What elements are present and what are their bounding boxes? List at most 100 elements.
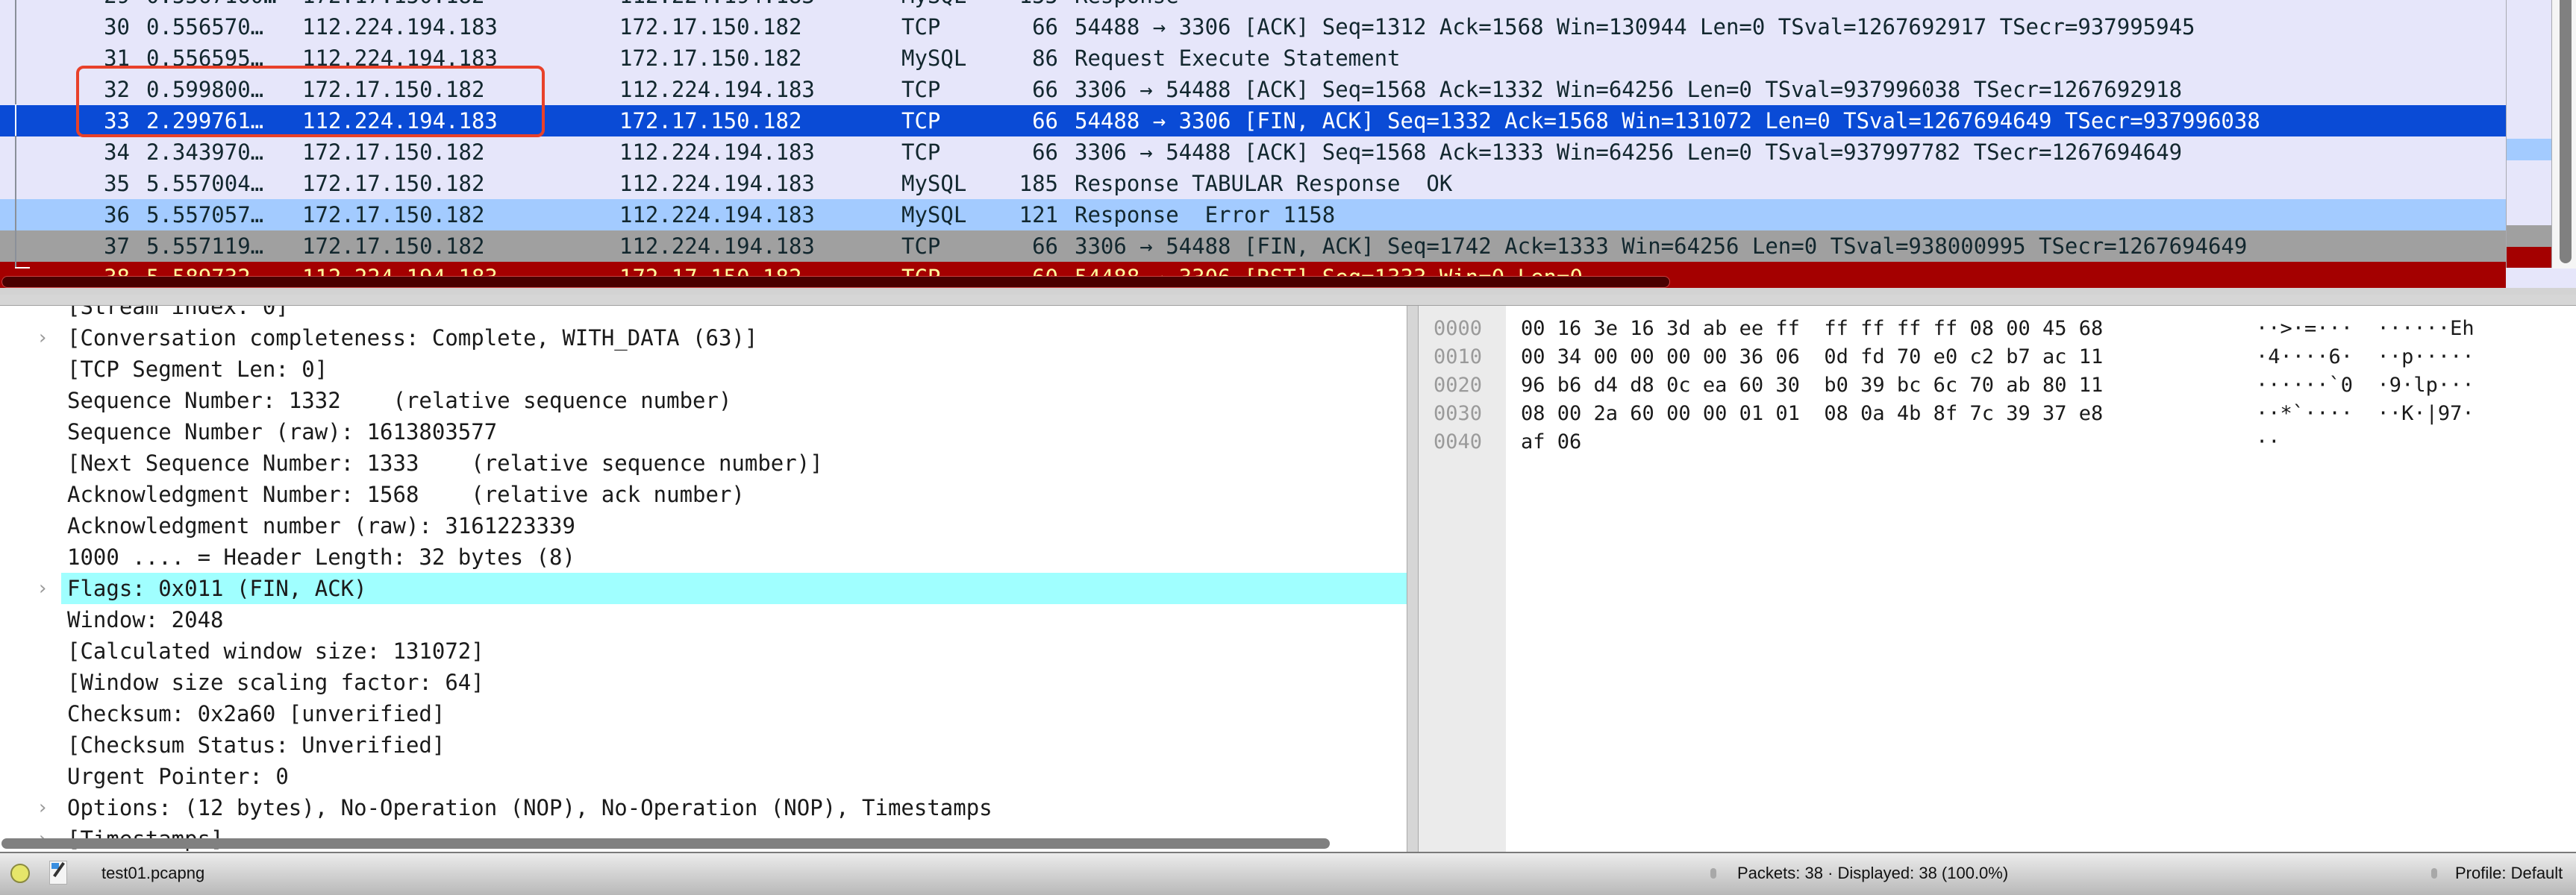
packet-time: 0.5567160… xyxy=(146,0,277,11)
detail-tree-item[interactable]: [Window size scaling factor: 64] xyxy=(0,667,1407,698)
packet-destination: 172.17.150.182 xyxy=(619,108,802,134)
hex-offset: 0020 xyxy=(1434,374,1483,397)
pane-splitter-vertical[interactable] xyxy=(1407,306,1418,852)
packet-protocol: TCP xyxy=(901,77,941,102)
detail-tree-item[interactable]: Window: 2048 xyxy=(0,604,1407,635)
detail-text: Sequence Number: 1332 (relative sequence… xyxy=(67,388,732,413)
packet-row[interactable]: 35 5.557004… 172.17.150.182 112.224.194.183… xyxy=(0,168,2506,199)
status-packet-count: Packets: 38 · Displayed: 38 (100.0%) xyxy=(1737,864,2009,882)
detail-tree-item[interactable]: › Flags: 0x011 (FIN, ACK) xyxy=(0,573,1407,604)
detail-tree-item[interactable]: Sequence Number: 1332 (relative sequence… xyxy=(0,385,1407,416)
packet-details-pane[interactable]: [Stream index: 0] › [Conversation complete… xyxy=(0,306,1407,852)
packet-list-horizontal-scrollbar[interactable] xyxy=(1,276,1670,288)
hex-bytes: 00 16 3e 16 3d ab ee ff ff ff ff ff 08 0… xyxy=(1521,317,2104,340)
packet-info: Response Error 1158 xyxy=(1075,202,1336,227)
packet-info: 3306 → 54488 [ACK] Seq=1568 Ack=1333 Win… xyxy=(1075,139,2183,165)
packet-source: 112.224.194.183 xyxy=(302,14,498,40)
detail-tree-item[interactable]: › [Conversation completeness: Complete, W… xyxy=(0,322,1407,354)
packet-row[interactable]: 34 2.343970… 172.17.150.182 112.224.194.183… xyxy=(0,136,2506,168)
status-filename: test01.pcapng xyxy=(101,864,205,882)
chevron-right-icon[interactable]: › xyxy=(39,792,46,823)
detail-tree-item[interactable]: › Options: (12 bytes), No-Operation (NOP)… xyxy=(0,792,1407,823)
hex-ascii: ··>·=··· ······Eh xyxy=(2256,317,2475,340)
detail-text: [TCP Segment Len: 0] xyxy=(67,357,328,382)
packet-row[interactable]: 37 5.557119… 172.17.150.182 112.224.194.183… xyxy=(0,230,2506,262)
capture-comment-edit-icon[interactable] xyxy=(49,861,67,885)
packet-length: 66 xyxy=(1032,77,1058,102)
detail-text: Checksum: 0x2a60 [unverified] xyxy=(67,701,446,726)
detail-text: Sequence Number (raw): 1613803577 xyxy=(67,419,498,445)
packet-destination: 112.224.194.183 xyxy=(619,139,815,165)
packet-info: 54488 → 3306 [ACK] Seq=1312 Ack=1568 Win… xyxy=(1075,14,2195,40)
hex-bytes: 96 b6 d4 d8 0c ea 60 30 b0 39 bc 6c 70 a… xyxy=(1521,374,2104,397)
minimap-mark xyxy=(2507,139,2551,160)
packet-rows: 29 0.5567160… 172.17.150.182 112.224.194.18… xyxy=(0,0,2506,293)
packet-row[interactable]: 36 5.557057… 172.17.150.182 112.224.194.183… xyxy=(0,199,2506,230)
pane-splitter-horizontal[interactable] xyxy=(0,295,2576,306)
packet-source: 172.17.150.182 xyxy=(302,0,484,11)
packet-time: 5.557119… xyxy=(146,233,264,259)
packet-protocol: MySQL xyxy=(901,45,967,71)
packet-bytes-pane[interactable]: 0000 00 16 3e 16 3d ab ee ff ff ff ff ff … xyxy=(1418,306,2576,852)
detail-text: [Stream index: 0] xyxy=(67,306,289,319)
detail-tree-item[interactable]: [Calculated window size: 131072] xyxy=(0,635,1407,667)
hex-offset: 0010 xyxy=(1434,345,1483,368)
packet-info: 3306 → 54488 [ACK] Seq=1568 Ack=1332 Win… xyxy=(1075,77,2183,102)
status-profile[interactable]: Profile: Default xyxy=(2455,853,2563,894)
detail-tree-item[interactable]: [TCP Segment Len: 0] xyxy=(0,354,1407,385)
packet-protocol: MySQL xyxy=(901,171,967,196)
packet-time: 5.557057… xyxy=(146,202,264,227)
packet-list[interactable]: 29 0.5567160… 172.17.150.182 112.224.194.18… xyxy=(0,0,2576,295)
detail-tree-item[interactable]: Checksum: 0x2a60 [unverified] xyxy=(0,698,1407,729)
detail-tree-item[interactable]: Acknowledgment number (raw): 3161223339 xyxy=(0,510,1407,541)
packet-protocol: TCP xyxy=(901,108,941,134)
packet-row[interactable]: 30 0.556570… 112.224.194.183 172.17.150.182… xyxy=(0,11,2506,43)
packet-source: 172.17.150.182 xyxy=(302,139,485,165)
hex-offset: 0000 xyxy=(1434,317,1483,340)
expert-info-led-icon[interactable] xyxy=(10,864,30,883)
packet-length: 155 xyxy=(1019,0,1058,11)
chevron-right-icon[interactable]: › xyxy=(39,573,46,604)
packet-time: 5.557004… xyxy=(146,171,264,196)
packet-info: Response xyxy=(1075,0,1179,11)
packet-list-vertical-scroll-thumb[interactable] xyxy=(2560,0,2572,263)
packet-source: 172.17.150.182 xyxy=(302,171,485,196)
detail-tree-item[interactable]: Acknowledgment Number: 1568 (relative ac… xyxy=(0,479,1407,510)
conversation-bracket-end xyxy=(15,267,30,268)
hex-ascii: ·· xyxy=(2256,430,2280,453)
detail-text: [Conversation completeness: Complete, WI… xyxy=(67,325,758,351)
detail-tree-item[interactable]: [Checksum Status: Unverified] xyxy=(0,729,1407,761)
status-separator-dot xyxy=(1710,868,1716,879)
hex-offset: 0040 xyxy=(1434,430,1483,453)
hex-ascii: ······`0 ·9·lp··· xyxy=(2256,374,2475,397)
packet-info: Response TABULAR Response OK xyxy=(1075,171,1453,196)
packet-destination: 172.17.150.182 xyxy=(619,45,802,71)
packet-length: 86 xyxy=(1032,45,1058,71)
detail-text: [Next Sequence Number: 1333 (relative se… xyxy=(67,450,823,476)
packet-length: 66 xyxy=(1032,14,1058,40)
detail-tree-item[interactable]: 1000 .... = Header Length: 32 bytes (8) xyxy=(0,541,1407,573)
detail-text: 1000 .... = Header Length: 32 bytes (8) xyxy=(67,544,575,570)
detail-tree-item[interactable]: Sequence Number (raw): 1613803577 xyxy=(0,416,1407,448)
detail-text: Options: (12 bytes), No-Operation (NOP),… xyxy=(67,795,992,820)
packet-protocol: TCP xyxy=(901,139,941,165)
detail-tree-item[interactable]: [Next Sequence Number: 1333 (relative se… xyxy=(0,448,1407,479)
hex-ascii: ·4····6· ··p····· xyxy=(2256,345,2475,368)
detail-tree-item[interactable]: [Stream index: 0] xyxy=(0,306,1407,322)
packet-source: 172.17.150.182 xyxy=(302,233,485,259)
detail-text: Window: 2048 xyxy=(67,607,224,632)
detail-text: Flags: 0x011 (FIN, ACK) xyxy=(67,576,367,601)
detail-tree-item[interactable]: Urgent Pointer: 0 xyxy=(0,761,1407,792)
packet-minimap[interactable] xyxy=(2506,0,2552,268)
status-separator-dot xyxy=(2431,868,2437,879)
packet-length: 185 xyxy=(1019,171,1058,196)
annotation-highlight-box xyxy=(76,66,545,137)
chevron-right-icon[interactable]: › xyxy=(39,322,46,354)
hex-bytes: 00 34 00 00 00 00 36 06 0d fd 70 e0 c2 b… xyxy=(1521,345,2104,368)
packet-row[interactable]: 29 0.5567160… 172.17.150.182 112.224.194.18… xyxy=(0,0,2506,11)
packet-length: 66 xyxy=(1032,108,1058,134)
minimap-mark xyxy=(2507,247,2551,268)
packet-source: 172.17.150.182 xyxy=(302,202,485,227)
details-horizontal-scrollbar[interactable] xyxy=(1,838,1330,849)
packet-protocol: TCP xyxy=(901,14,941,40)
